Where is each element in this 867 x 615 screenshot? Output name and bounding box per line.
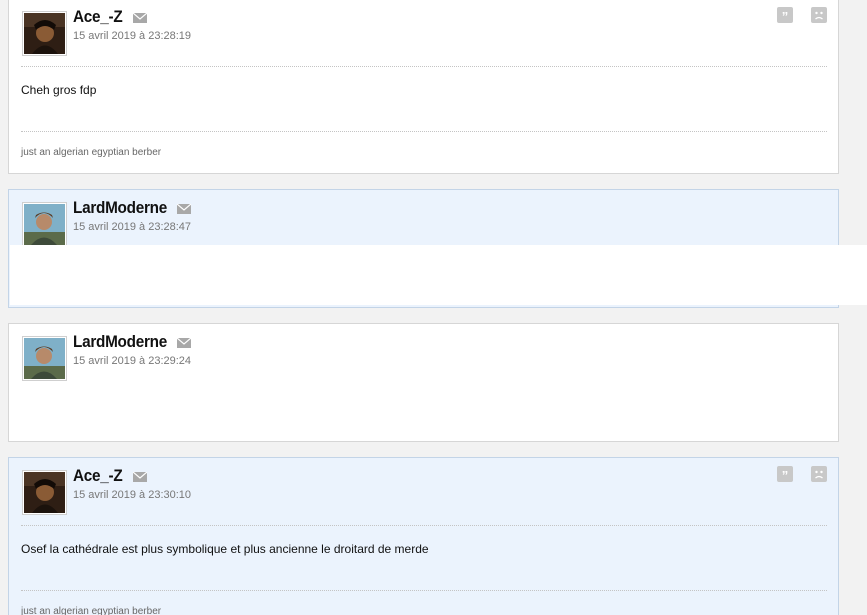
quote-icon[interactable]: ” — [776, 466, 793, 482]
avatar-image — [24, 472, 65, 513]
mail-icon[interactable] — [133, 13, 147, 23]
post-date[interactable]: 15 avril 2019 à 23:30:10 — [73, 489, 191, 501]
post-date[interactable]: 15 avril 2019 à 23:28:47 — [73, 221, 191, 233]
post-separator — [21, 66, 827, 67]
report-icon[interactable] — [811, 7, 827, 23]
avatar-image — [24, 204, 65, 245]
blank-overlay — [10, 245, 867, 305]
avatar-image — [24, 13, 65, 54]
mail-icon[interactable] — [133, 472, 147, 482]
post-date[interactable]: 15 avril 2019 à 23:29:24 — [73, 355, 191, 367]
post-actions: ” — [763, 466, 827, 484]
avatar-image — [24, 338, 65, 379]
post-signature: just an algerian egyptian berber — [21, 147, 162, 158]
report-icon[interactable] — [811, 466, 827, 482]
signature-separator — [21, 131, 827, 132]
avatar[interactable] — [22, 336, 67, 381]
forum-post: Ace_-Z 15 avril 2019 à 23:30:10 ” Osef l… — [8, 457, 839, 615]
post-message: Osef la cathédrale est plus symbolique e… — [21, 542, 429, 556]
avatar[interactable] — [22, 11, 67, 56]
avatar[interactable] — [22, 202, 67, 247]
mail-icon[interactable] — [177, 204, 191, 214]
author-name[interactable]: LardModerne — [73, 198, 167, 218]
signature-separator — [21, 590, 827, 591]
avatar[interactable] — [22, 470, 67, 515]
mail-icon[interactable] — [177, 338, 191, 348]
author-name[interactable]: Ace_-Z — [73, 7, 123, 27]
svg-text:”: ” — [781, 468, 788, 482]
forum-post: Ace_-Z 15 avril 2019 à 23:28:19 ” Cheh g… — [8, 0, 839, 174]
forum-post: LardModerne 15 avril 2019 à 23:29:24 — [8, 323, 839, 442]
post-signature: just an algerian egyptian berber — [21, 606, 162, 615]
quote-icon[interactable]: ” — [776, 7, 793, 23]
forum-page: Ace_-Z 15 avril 2019 à 23:28:19 ” Cheh g… — [0, 0, 867, 615]
post-separator — [21, 525, 827, 526]
svg-text:”: ” — [781, 9, 788, 23]
author-name[interactable]: LardModerne — [73, 332, 167, 352]
post-actions: ” — [763, 7, 827, 25]
post-message: Cheh gros fdp — [21, 83, 97, 97]
author-name[interactable]: Ace_-Z — [73, 466, 123, 486]
post-date[interactable]: 15 avril 2019 à 23:28:19 — [73, 30, 191, 42]
